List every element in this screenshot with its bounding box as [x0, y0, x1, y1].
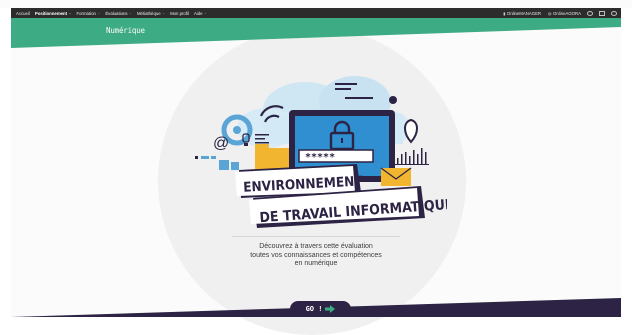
- header-band: [11, 18, 621, 48]
- arrow-right-icon: [325, 305, 336, 313]
- description-line-1: Découvrez à travers cette évaluation: [259, 243, 373, 250]
- online-manager-link[interactable]: ▮ OnlineMANAGER: [503, 11, 541, 16]
- at-sign-icon: @: [213, 135, 229, 152]
- password-field: *****: [298, 149, 374, 163]
- nav-item-formation[interactable]: Formation ⌄: [77, 11, 101, 16]
- chevron-down-icon: ⌄: [204, 11, 207, 15]
- online-agora-link[interactable]: ◍ OnlineAGORA: [548, 11, 581, 16]
- page-subtitle: Numérique: [106, 26, 145, 35]
- password-mask: *****: [305, 152, 335, 163]
- top-navigation: Accueil Positionnement ⌄ Formation ⌄ Évalu…: [11, 8, 621, 18]
- nav-item-metiatheque[interactable]: Métiathèque ⌄: [137, 11, 165, 16]
- chat-icon[interactable]: [587, 10, 593, 16]
- envelope-icon: [380, 167, 412, 186]
- divider: [232, 236, 400, 237]
- nav-item-evaluations[interactable]: Évaluations ⌄: [105, 11, 132, 16]
- message-icon[interactable]: [599, 10, 605, 16]
- title-banner: ENVIRONNEMENT DE TRAVAIL INFORMATIQUE: [235, 164, 447, 228]
- person-icon: [389, 96, 397, 104]
- go-button[interactable]: GO !: [290, 301, 351, 317]
- chevron-down-icon: ⌄: [97, 11, 101, 15]
- right-margin: [621, 8, 632, 317]
- chevron-down-icon: ⌄: [162, 11, 166, 15]
- nav-right-group: ▮ OnlineMANAGER ◍ OnlineAGORA: [496, 10, 621, 16]
- left-margin: [0, 8, 11, 317]
- nav-item-positionnement[interactable]: Positionnement ⌄: [35, 11, 72, 16]
- description: Découvrez à travers cette évaluation tou…: [224, 243, 408, 269]
- chevron-down-icon: ⌄: [129, 11, 132, 15]
- power-icon[interactable]: [611, 10, 617, 16]
- location-pin-icon: [404, 118, 418, 144]
- nav-item-mon-profil[interactable]: Mon profil: [170, 11, 189, 16]
- chart-icon: ▮: [503, 10, 506, 16]
- bar-chart-icon: [395, 148, 429, 165]
- nav-item-accueil[interactable]: Accueil: [16, 11, 30, 16]
- go-button-label: GO !: [305, 305, 323, 313]
- globe-icon: ◍: [548, 10, 552, 16]
- description-line-2: toutes vos connaissances et compétences: [250, 251, 382, 259]
- description-line-3: en numérique: [294, 260, 338, 268]
- nav-item-aide[interactable]: Aide ⌄: [194, 11, 207, 16]
- hero-illustration: @ ***** ENVIRONNEMENT DE TRAVAIL INFORMA…: [195, 76, 447, 228]
- chevron-down-icon: ⌄: [68, 11, 72, 15]
